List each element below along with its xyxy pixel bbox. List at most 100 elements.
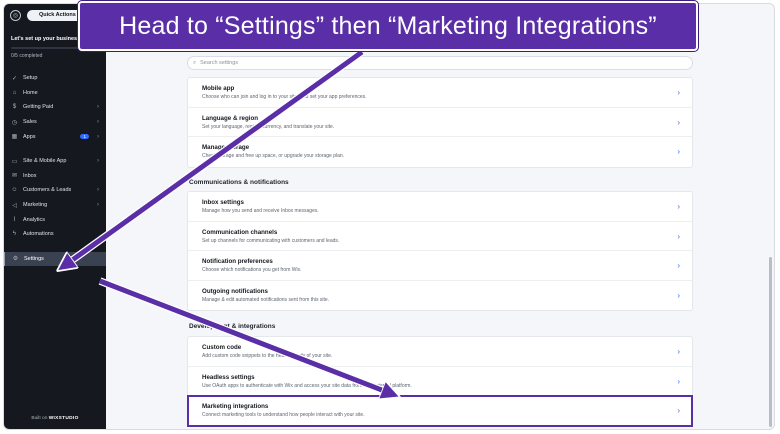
settings-row-title: Communication channels [202,228,278,236]
settings-card-development: Custom code Add custom code snippets to t… [187,336,693,427]
settings-row-headless-settings[interactable]: Headless settings Use OAuth apps to authe… [188,367,692,396]
notification-badge: 1 [80,134,89,140]
sidebar-item-inbox[interactable]: ✉ Inbox [4,169,106,184]
chevron-right-icon: › [677,147,680,156]
nav-spacer [4,144,106,154]
settings-row-description: Use OAuth apps to authenticate with Wix … [202,382,412,389]
settings-row-custom-code[interactable]: Custom code Add custom code snippets to t… [188,337,692,367]
instruction-banner: Head to “Settings” then “Marketing Integ… [78,1,698,51]
sidebar-item-label: Analytics [23,216,46,223]
search-input[interactable]: ⌕ Search settings [187,56,693,70]
section-title-development: Development & integrations [189,323,276,330]
settings-main: ⌕ Search settings Mobile app Choose who c… [106,4,774,429]
chevron-right-icon: › [97,133,99,140]
analytics-icon: ⌇ [13,217,16,224]
chevron-right-icon: › [677,406,680,415]
site-icon: ▭ [11,158,18,165]
sidebar-item-marketing[interactable]: ◁ Marketing › [4,198,106,213]
chevron-right-icon: › [97,187,99,194]
inbox-icon: ✉ [11,173,18,180]
sidebar-item-settings[interactable]: ⚙ Settings [4,251,106,267]
settings-row-mobile-app[interactable]: Mobile app Choose who can join and log in… [188,78,692,108]
settings-row-outgoing-notifications[interactable]: Outgoing notifications Manage & edit auto… [188,281,692,311]
settings-card-general: Mobile app Choose who can join and log in… [187,77,693,168]
settings-row-inbox-settings[interactable]: Inbox settings Manage how you send and re… [188,192,692,222]
sidebar-item-label: Site & Mobile App [23,158,67,165]
settings-row-title: Marketing integrations [202,403,269,410]
wix-studio-logo: WIXSTUDIO [48,416,79,421]
sidebar-nav: ✓ Setup ⌂ Home $ Getting Paid › ◷ Sales › ▦ Apps 1 › ▭… [4,71,106,267]
setup-title: Let's set up your business [11,36,81,42]
sidebar-item-analytics[interactable]: ⌇ Analytics [4,212,106,227]
section-title-communications: Communications & notifications [189,179,289,186]
payment-icon: $ [12,104,17,111]
settings-row-title: Language & region [202,114,259,122]
sidebar-item-label: Marketing [23,202,48,209]
settings-row-notification-preferences[interactable]: Notification preferences Choose which not… [188,251,692,281]
settings-row-title: Headless settings [202,373,255,381]
settings-row-title: Inbox settings [202,199,244,206]
chevron-right-icon: › [677,231,680,241]
chevron-right-icon: › [677,88,680,97]
automations-icon: ϟ [12,231,17,238]
setup-icon: ✓ [11,75,18,82]
sidebar-item-sales[interactable]: ◷ Sales › [4,115,106,130]
marketing-icon: ◁ [12,202,17,209]
sidebar-item-label: Automations [23,231,54,238]
sidebar-item-label: Sales [23,119,37,126]
settings-row-title: Notification preferences [202,258,273,265]
sidebar-item-label: Getting Paid [23,104,54,111]
sidebar: ◎ Quick Actions ▾ Let's set up your busi… [4,4,106,429]
settings-row-manage-storage[interactable]: Manage storage Check storage and free up … [188,137,692,167]
settings-row-description: Choose which notifications you get from … [202,267,302,273]
apps-icon: ▦ [11,134,18,141]
chevron-right-icon: › [97,158,99,165]
built-on-label: Built on [31,416,48,421]
settings-row-description: Check storage and free up space, or upgr… [202,153,345,159]
sidebar-item-site-mobile-app[interactable]: ▭ Site & Mobile App › [4,154,106,169]
sidebar-item-setup[interactable]: ✓ Setup [4,71,106,86]
search-icon: ⌕ [193,59,197,66]
settings-row-title: Outgoing notifications [202,287,268,295]
settings-row-description: Manage how you send and receive Inbox me… [202,208,319,214]
sidebar-item-label: Apps [23,133,36,140]
settings-row-language-region[interactable]: Language & region Set your language, regi… [188,108,692,137]
sidebar-item-apps[interactable]: ▦ Apps 1 › [4,129,106,144]
chevron-right-icon: › [677,117,680,127]
sidebar-item-customers-leads[interactable]: ☺ Customers & Leads › [4,183,106,198]
sales-icon: ◷ [11,119,18,126]
quick-actions-label: Quick Actions [39,12,76,18]
chevron-right-icon: › [97,104,99,111]
sidebar-item-home[interactable]: ⌂ Home [4,86,106,101]
scrollbar[interactable] [769,257,772,427]
settings-row-title: Custom code [202,344,242,351]
search-placeholder: Search settings [200,60,239,66]
sidebar-item-label: Home [23,89,38,96]
settings-row-description: Manage & edit automated notifications se… [202,296,330,303]
sidebar-item-automations[interactable]: ϟ Automations [4,227,106,242]
sidebar-item-getting-paid[interactable]: $ Getting Paid › [4,100,106,115]
settings-row-description: Choose who can join and log in to your s… [202,94,367,100]
built-on-footer: Built on WIXSTUDIO [4,416,106,421]
sidebar-item-label: Settings [24,255,44,262]
settings-card-communications: Inbox settings Manage how you send and re… [187,191,693,311]
chevron-right-icon: › [97,202,99,209]
gear-icon: ⚙ [12,256,19,263]
settings-row-marketing-integrations[interactable]: Marketing integrations Connect marketing … [187,395,693,427]
settings-row-communication-channels[interactable]: Communication channels Set up channels fo… [188,222,692,251]
settings-row-description: Set up channels for communicating with c… [202,237,340,244]
settings-row-description: Set your language, region, currency, and… [202,123,335,130]
app-window: ◎ Quick Actions ▾ Let's set up your busi… [3,3,775,430]
sidebar-item-label: Inbox [23,172,37,179]
account-icon[interactable]: ◎ [10,9,21,21]
nav-spacer [4,242,106,252]
chevron-right-icon: › [677,261,680,270]
customers-icon: ☺ [11,187,18,194]
settings-row-description: Connect marketing tools to understand ho… [202,412,365,418]
sidebar-item-label: Setup [23,75,38,82]
sidebar-item-label: Customers & Leads [23,187,72,194]
chevron-right-icon: › [677,376,680,386]
home-icon: ⌂ [12,89,17,96]
settings-row-description: Add custom code snippets to the head or … [202,353,333,359]
chevron-right-icon: › [677,290,680,300]
